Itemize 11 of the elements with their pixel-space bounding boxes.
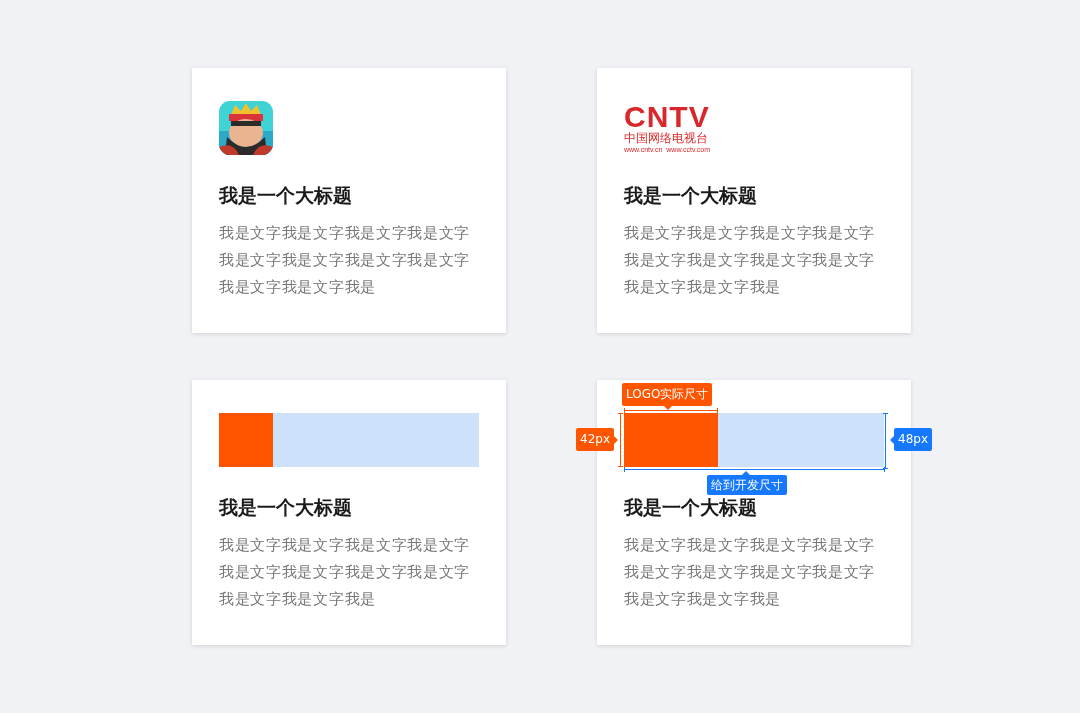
logo-subtitle: 中国网络电视台 (624, 131, 708, 145)
card-title: 我是一个大标题 (219, 495, 353, 520)
logo-block (219, 413, 273, 467)
card-text: 我是文字我是文字我是文字我是文字我是文字我是文字我是文字我是文字我是文字我是文字我是 (219, 535, 472, 610)
card-text: 我是文字我是文字我是文字我是文字我是文字我是文字我是文字我是文字我是文字我是文字我是 (219, 223, 472, 298)
card-title: 我是一个大标题 (624, 495, 758, 520)
card-title: 我是一个大标题 (624, 183, 758, 208)
logo-wordmark: CNTV (624, 103, 710, 131)
card-title: 我是一个大标题 (219, 183, 353, 208)
card-text: 我是文字我是文字我是文字我是文字我是文字我是文字我是文字我是文字我是文字我是文字我是 (624, 535, 877, 610)
card-text: 我是文字我是文字我是文字我是文字我是文字我是文字我是文字我是文字我是文字我是文字我是 (624, 223, 877, 298)
